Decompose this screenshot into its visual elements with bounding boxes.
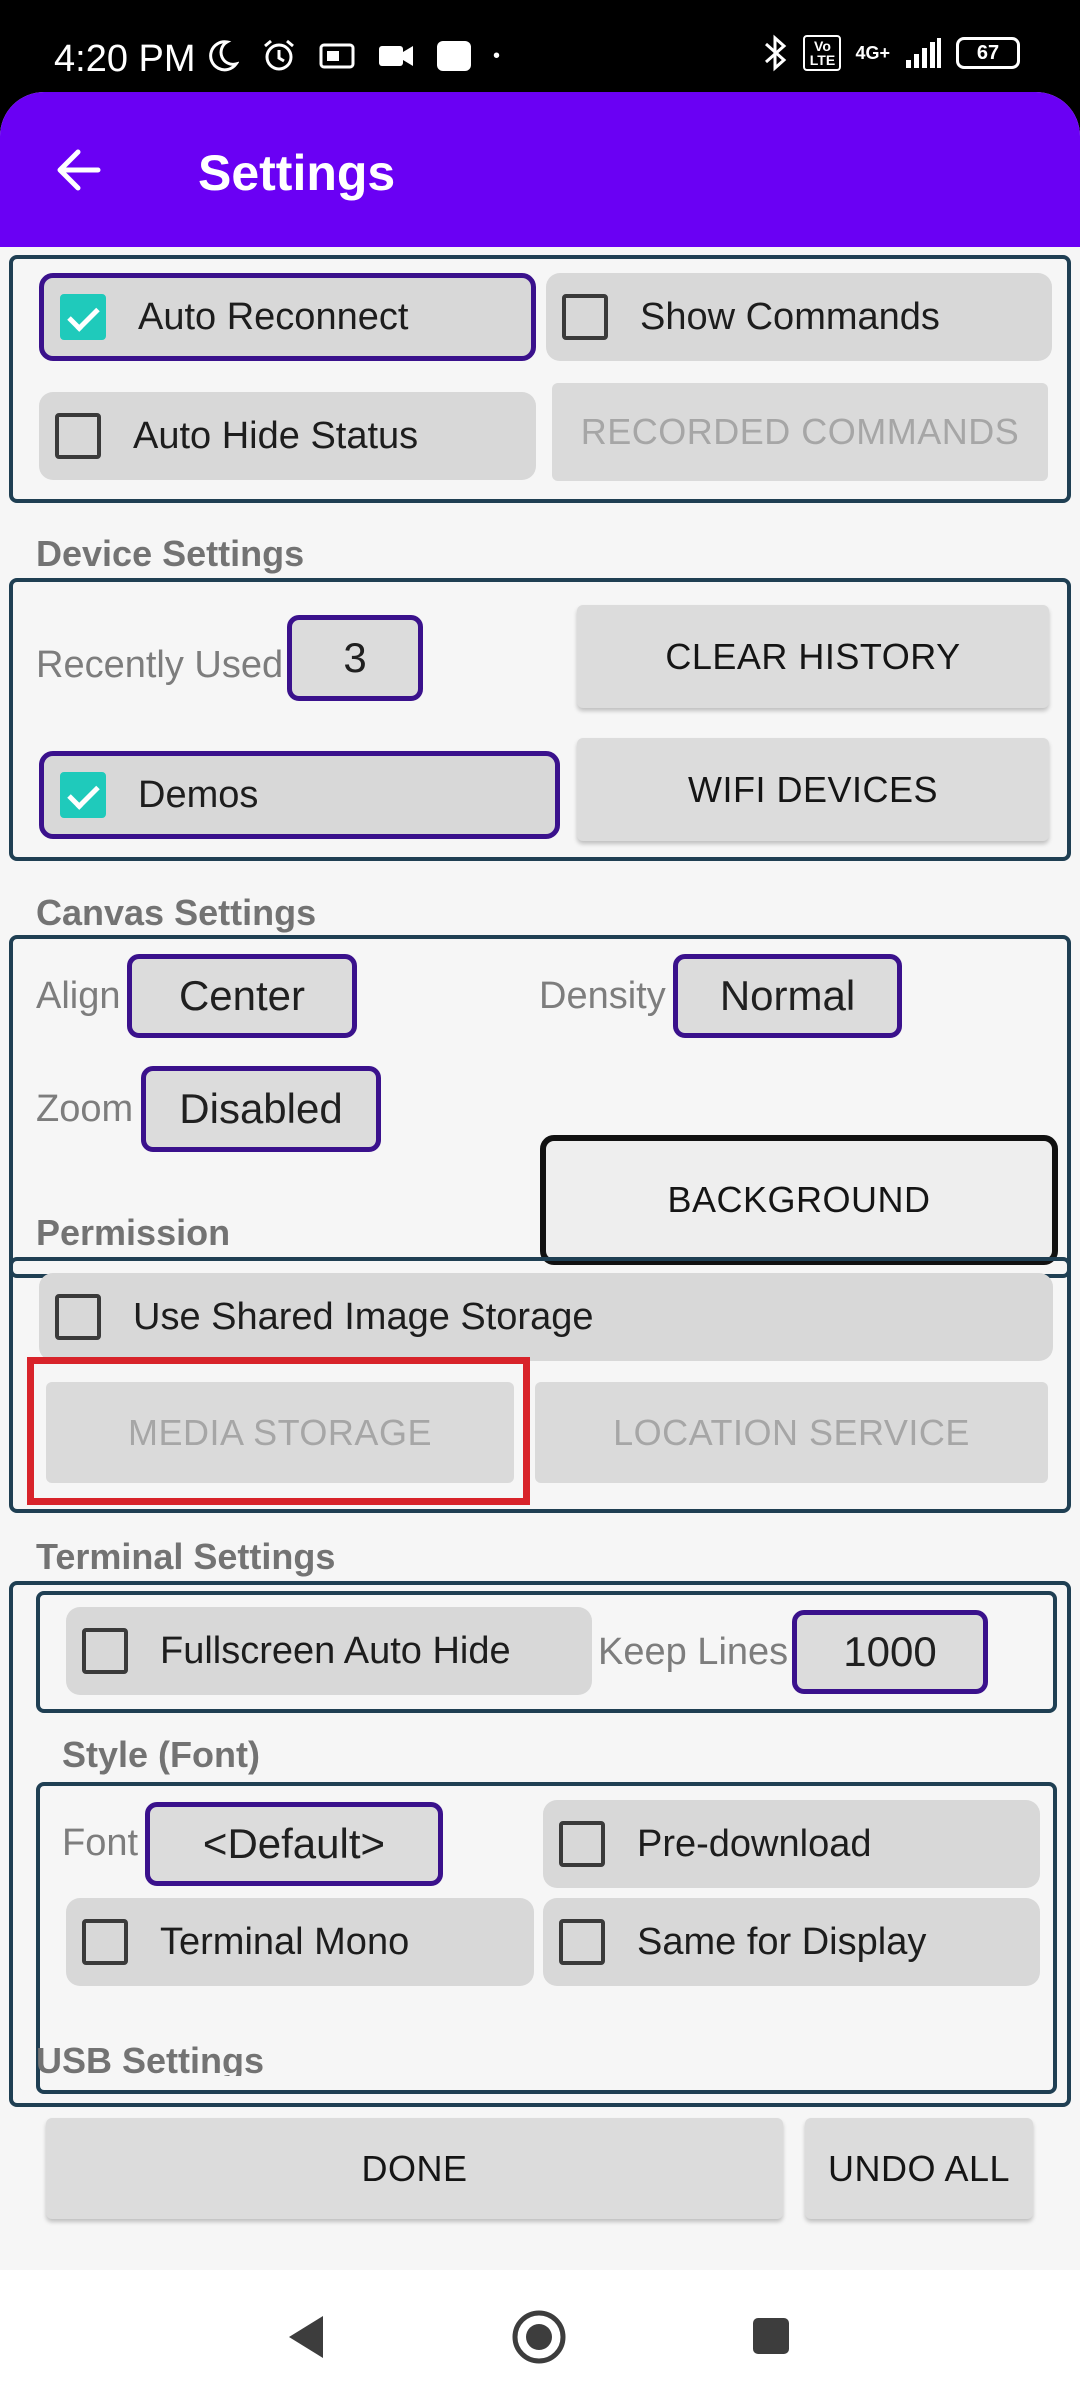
- density-label: Density: [539, 974, 666, 1017]
- undo-all-button[interactable]: UNDO ALL: [805, 2118, 1033, 2219]
- checkbox-unchecked-icon: [559, 1919, 605, 1965]
- auto-hide-status-checkbox[interactable]: Auto Hide Status: [39, 392, 536, 480]
- wifi-devices-button[interactable]: WIFI DEVICES: [577, 738, 1049, 841]
- show-commands-label: Show Commands: [640, 295, 940, 338]
- location-service-button[interactable]: LOCATION SERVICE: [535, 1382, 1048, 1483]
- signal-icon: [906, 38, 941, 68]
- pre-download-label: Pre-download: [637, 1822, 872, 1865]
- clear-history-button[interactable]: CLEAR HISTORY: [577, 605, 1049, 708]
- checkbox-checked-icon: [60, 772, 106, 818]
- status-bar: 4:20 PM • Vo LTE 4G+ 67: [0, 0, 1080, 100]
- zoom-label: Zoom: [36, 1087, 134, 1130]
- notification-icon: [319, 43, 355, 69]
- video-icon: [379, 46, 413, 66]
- checkbox-unchecked-icon: [55, 413, 101, 459]
- font-label: Font: [62, 1821, 139, 1864]
- recorded-commands-button[interactable]: RECORDED COMMANDS: [552, 383, 1048, 481]
- checkbox-unchecked-icon: [55, 1294, 101, 1340]
- checkbox-unchecked-icon: [82, 1628, 128, 1674]
- auto-reconnect-label: Auto Reconnect: [138, 295, 409, 338]
- fullscreen-auto-hide-label: Fullscreen Auto Hide: [160, 1629, 511, 1672]
- demos-checkbox[interactable]: Demos: [39, 751, 560, 839]
- checkbox-unchecked-icon: [559, 1821, 605, 1867]
- align-select[interactable]: Center: [127, 954, 357, 1038]
- bluetooth-icon: [765, 34, 787, 72]
- checkbox-checked-icon: [60, 294, 106, 340]
- device-settings-title: Device Settings: [36, 533, 305, 574]
- auto-reconnect-checkbox[interactable]: Auto Reconnect: [39, 273, 536, 361]
- recently-used-field[interactable]: 3: [287, 615, 423, 701]
- font-select[interactable]: <Default>: [145, 1802, 443, 1886]
- keep-lines-field[interactable]: 1000: [792, 1610, 988, 1694]
- settings-screen: Settings Auto Reconnect Show Commands Au…: [0, 92, 1080, 2400]
- back-arrow-icon[interactable]: [52, 144, 104, 196]
- style-font-title: Style (Font): [62, 1734, 260, 1775]
- background-button[interactable]: BACKGROUND: [540, 1135, 1058, 1265]
- align-label: Align: [36, 974, 121, 1017]
- same-for-display-checkbox[interactable]: Same for Display: [543, 1898, 1040, 1986]
- recents-square-icon[interactable]: [751, 2316, 791, 2356]
- same-for-display-label: Same for Display: [637, 1920, 927, 1963]
- page-title: Settings: [198, 145, 396, 201]
- pre-download-checkbox[interactable]: Pre-download: [543, 1800, 1040, 1888]
- media-storage-button[interactable]: MEDIA STORAGE: [46, 1382, 514, 1483]
- done-button[interactable]: DONE: [46, 2118, 783, 2219]
- status-time: 4:20 PM: [54, 38, 196, 80]
- demos-label: Demos: [138, 773, 259, 816]
- show-commands-checkbox[interactable]: Show Commands: [546, 273, 1052, 361]
- app-icon: [437, 41, 471, 71]
- use-shared-image-storage-checkbox[interactable]: Use Shared Image Storage: [39, 1273, 1053, 1361]
- zoom-select[interactable]: Disabled: [141, 1066, 381, 1152]
- dot-icon: •: [493, 45, 501, 67]
- navigation-bar: [0, 2270, 1080, 2400]
- density-select[interactable]: Normal: [673, 954, 902, 1038]
- permission-title: Permission: [36, 1212, 231, 1253]
- keep-lines-label: Keep Lines: [598, 1630, 789, 1673]
- alarm-icon: [264, 39, 294, 71]
- toolbar: Settings: [0, 92, 1080, 247]
- back-triangle-icon[interactable]: [283, 2312, 327, 2362]
- home-circle-icon[interactable]: [510, 2308, 568, 2366]
- terminal-mono-label: Terminal Mono: [160, 1920, 410, 1963]
- canvas-settings-title: Canvas Settings: [36, 892, 317, 933]
- checkbox-unchecked-icon: [82, 1919, 128, 1965]
- terminal-mono-checkbox[interactable]: Terminal Mono: [66, 1898, 534, 1986]
- auto-hide-status-label: Auto Hide Status: [133, 414, 419, 457]
- use-shared-image-storage-label: Use Shared Image Storage: [133, 1295, 594, 1338]
- volte-icon: Vo LTE: [803, 35, 842, 71]
- terminal-settings-title: Terminal Settings: [36, 1536, 336, 1577]
- fullscreen-auto-hide-checkbox[interactable]: Fullscreen Auto Hide: [66, 1607, 592, 1695]
- checkbox-unchecked-icon: [562, 294, 608, 340]
- network-type: 4G+: [855, 43, 890, 63]
- moon-icon: [209, 40, 239, 72]
- battery-icon: 67: [956, 37, 1020, 69]
- usb-settings-title: USB Settings: [36, 2040, 265, 2076]
- recently-used-label: Recently Used: [36, 643, 284, 686]
